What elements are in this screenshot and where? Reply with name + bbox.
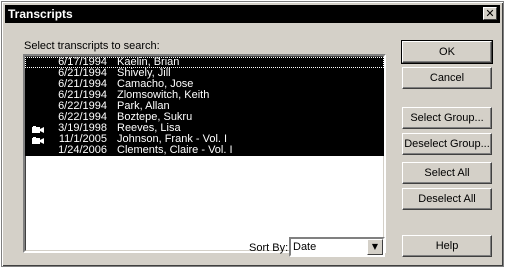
list-item[interactable]: 1/24/2006 Clements, Claire - Vol. I xyxy=(25,145,384,156)
sort-by-select[interactable]: Date ▼ xyxy=(289,237,385,257)
chevron-down-icon[interactable]: ▼ xyxy=(367,239,383,255)
select-group-button[interactable]: Select Group... xyxy=(402,107,492,129)
sort-by-label: Sort By: xyxy=(249,242,289,254)
select-all-button[interactable]: Select All xyxy=(402,162,492,184)
ok-button[interactable]: OK xyxy=(401,40,493,64)
camera-icon xyxy=(32,125,44,133)
close-icon[interactable]: ✕ xyxy=(483,7,497,20)
cancel-button[interactable]: Cancel xyxy=(402,67,492,89)
transcripts-rows: 6/17/1994 Kaelin, Brian 6/21/1994 Shively, … xyxy=(25,57,384,156)
title-bar: Transcripts ✕ xyxy=(5,5,500,23)
deselect-group-button[interactable]: Deselect Group... xyxy=(402,133,492,155)
list-label: Select transcripts to search: xyxy=(24,40,160,52)
help-button[interactable]: Help xyxy=(402,235,492,257)
dialog-title: Transcripts xyxy=(8,7,73,21)
transcript-date: 1/24/2006 xyxy=(58,144,107,156)
deselect-all-button[interactable]: Deselect All xyxy=(402,188,492,210)
camera-icon xyxy=(32,136,44,144)
transcript-name: Clements, Claire - Vol. I xyxy=(117,144,233,156)
sort-by-value: Date xyxy=(293,241,317,253)
transcripts-listbox[interactable]: 6/17/1994 Kaelin, Brian 6/21/1994 Shively, … xyxy=(23,54,386,253)
